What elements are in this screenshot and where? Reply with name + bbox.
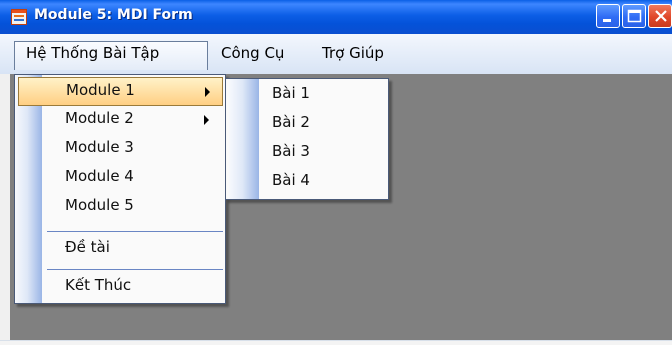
dropdown-item-module-1[interactable]: Module 1 (18, 77, 223, 106)
dropdown-item-label: Module 3 (65, 138, 134, 156)
submenu-module-1: Bài 1 Bài 2 Bài 3 Bài 4 (225, 78, 389, 200)
dropdown-item-label: Module 5 (65, 196, 134, 214)
dropdown-item-label: Kết Thúc (65, 276, 132, 294)
dropdown-he-thong-bai-tap: Module 1 Module 2 Module 3 Module 4 Modu… (14, 74, 226, 304)
status-strip (0, 340, 672, 345)
submenu-item-label: Bài 4 (272, 171, 310, 189)
maximize-button[interactable] (622, 4, 646, 28)
submenu-item-bai-4[interactable]: Bài 4 (226, 168, 386, 197)
dropdown-item-module-4[interactable]: Module 4 (18, 164, 223, 193)
dropdown-item-ket-thuc[interactable]: Kết Thúc (18, 273, 223, 302)
submenu-arrow-icon (205, 87, 210, 97)
main-window: Module 5: MDI Form Hệ Thống Bài Tập Công… (0, 0, 672, 345)
submenu-item-bai-2[interactable]: Bài 2 (226, 110, 386, 139)
close-button[interactable] (648, 4, 672, 28)
menu-item-cong-cu[interactable]: Công Cụ (221, 44, 284, 62)
minimize-icon (603, 19, 611, 22)
close-icon (655, 10, 667, 22)
dropdown-item-module-5[interactable]: Module 5 (18, 193, 223, 222)
title-bar[interactable]: Module 5: MDI Form (0, 0, 672, 34)
submenu-item-bai-1[interactable]: Bài 1 (226, 81, 386, 110)
form-icon[interactable] (11, 9, 27, 25)
submenu-item-bai-3[interactable]: Bài 3 (226, 139, 386, 168)
dropdown-separator (47, 269, 223, 270)
window-title: Module 5: MDI Form (34, 7, 193, 23)
submenu-item-label: Bài 1 (272, 84, 310, 102)
dropdown-item-label: Module 2 (65, 109, 134, 127)
menu-item-he-thong-bai-tap[interactable]: Hệ Thống Bài Tập (26, 44, 159, 62)
submenu-item-label: Bài 2 (272, 113, 310, 131)
dropdown-separator (47, 231, 223, 232)
submenu-arrow-icon (204, 115, 209, 125)
dropdown-item-label: Đề tài (65, 238, 110, 256)
dropdown-item-de-tai[interactable]: Đề tài (18, 235, 223, 264)
dropdown-item-label: Module 4 (65, 167, 134, 185)
dropdown-item-label: Module 1 (66, 81, 135, 99)
dropdown-item-module-2[interactable]: Module 2 (18, 106, 223, 135)
menu-item-tro-giup[interactable]: Trợ Giúp (322, 44, 384, 62)
maximize-icon (627, 9, 642, 23)
submenu-item-label: Bài 3 (272, 142, 310, 160)
minimize-button[interactable] (596, 4, 620, 28)
form-border (0, 74, 10, 340)
dropdown-item-module-3[interactable]: Module 3 (18, 135, 223, 164)
